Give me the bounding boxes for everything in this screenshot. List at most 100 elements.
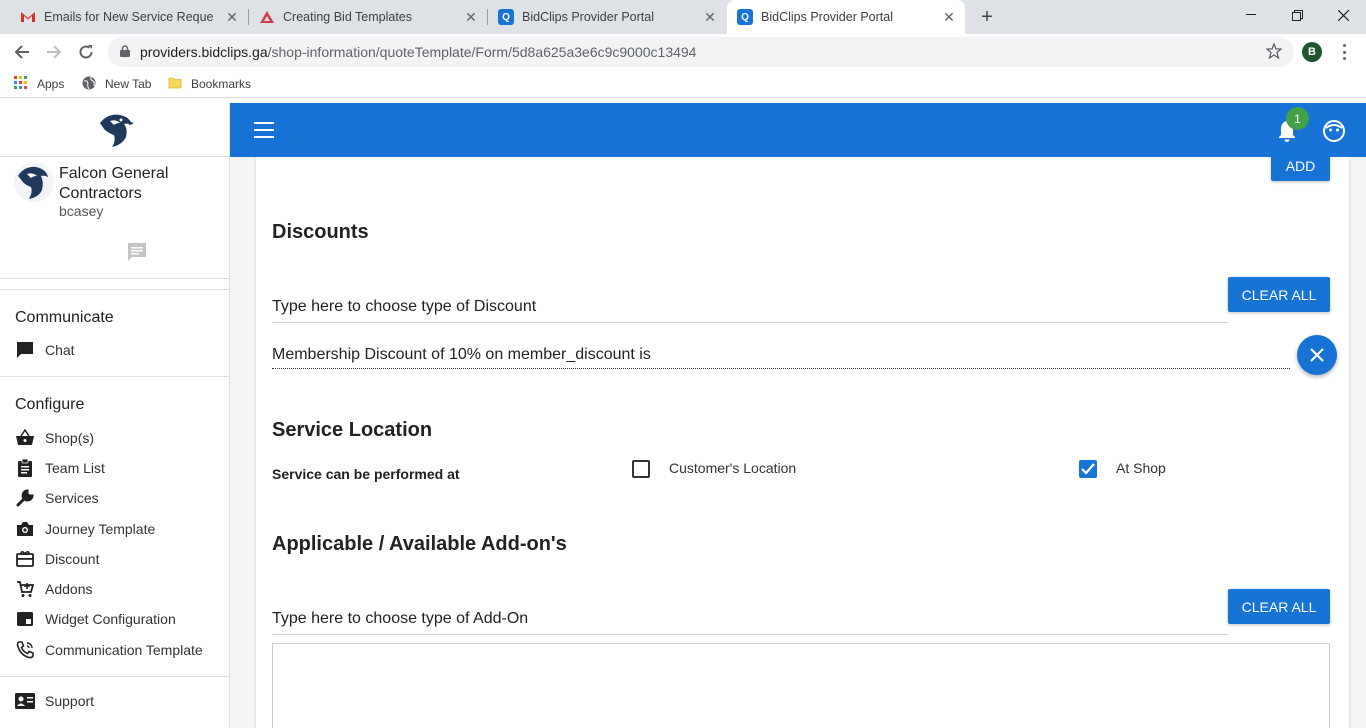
cart-plus-icon	[15, 579, 35, 599]
sidebar: Falcon General Contractors bcasey Commun…	[0, 103, 230, 728]
close-window-button[interactable]	[1320, 0, 1366, 30]
sidebar-item-shops[interactable]: Shop(s)	[15, 427, 94, 449]
tab-title: BidClips Provider Portal	[522, 10, 654, 24]
quote-template-form: ADD Discounts Type here to choose type o…	[256, 157, 1349, 728]
browser-tab[interactable]: Q BidClips Provider Portal ✕	[488, 0, 726, 34]
sidebar-item-addons[interactable]: Addons	[15, 578, 92, 600]
reload-button[interactable]	[74, 40, 98, 64]
globe-icon	[82, 76, 98, 92]
bookmark-new-tab[interactable]: New Tab	[82, 76, 151, 92]
tab-title: Creating Bid Templates	[283, 10, 413, 24]
new-tab-button[interactable]: +	[976, 6, 998, 28]
browser-menu-icon[interactable]	[1336, 42, 1352, 62]
message-icon[interactable]	[126, 241, 148, 263]
bookmark-star-icon[interactable]	[1265, 42, 1283, 62]
customers-location-checkbox[interactable]	[632, 460, 650, 478]
sidebar-item-label: Shop(s)	[45, 430, 95, 446]
divider	[0, 156, 230, 157]
sidebar-item-label: Services	[45, 490, 99, 506]
company-name: Falcon General Contractors	[59, 165, 169, 202]
browser-tab[interactable]: Emails for New Service Requests ✕	[0, 0, 248, 34]
account-icon[interactable]	[1322, 119, 1346, 143]
at-shop-checkbox[interactable]	[1079, 460, 1097, 478]
sidebar-item-label: Communication Template	[45, 642, 203, 658]
close-tab-icon[interactable]: ✕	[941, 9, 957, 25]
remove-discount-button[interactable]	[1297, 335, 1337, 375]
clipboard-icon	[15, 458, 35, 478]
check-icon	[1081, 463, 1095, 475]
bookmark-folder[interactable]: Bookmarks	[168, 76, 251, 92]
divider	[0, 376, 230, 377]
addons-title: Applicable / Available Add-on's	[272, 533, 567, 555]
browser-tab[interactable]: Creating Bid Templates ✕	[249, 0, 487, 34]
bidclips-icon: Q	[737, 9, 753, 25]
bookmark-apps[interactable]: Apps	[14, 76, 64, 92]
browser-tab-active[interactable]: Q BidClips Provider Portal ✕	[727, 0, 965, 34]
forward-button[interactable]	[42, 40, 66, 64]
basket-icon	[15, 428, 35, 448]
discount-type-input[interactable]: Type here to choose type of Discount	[272, 298, 536, 316]
divider	[0, 289, 230, 290]
restore-button[interactable]	[1274, 0, 1320, 30]
bidclips-icon: Q	[498, 9, 514, 25]
lock-icon	[120, 44, 130, 60]
sidebar-item-label: Addons	[45, 581, 93, 597]
addon-type-input[interactable]: Type here to choose type of Add-On	[272, 610, 528, 628]
url-host: providers.bidclips.ga	[140, 44, 268, 60]
sidebar-item-support[interactable]: Support	[15, 690, 94, 712]
sidebar-item-label: Team List	[45, 460, 105, 476]
sidebar-item-widget-configuration[interactable]: Widget Configuration	[15, 608, 176, 630]
address-bar[interactable]: providers.bidclips.ga/shop-information/q…	[108, 37, 1294, 67]
bookmark-label: Apps	[37, 77, 65, 91]
at-shop-label[interactable]: At Shop	[1116, 460, 1166, 476]
apps-grid-icon	[14, 76, 30, 92]
app-header: 1	[230, 103, 1366, 157]
input-underline	[272, 634, 1228, 635]
menu-icon[interactable]	[254, 122, 274, 138]
falcon-logo[interactable]	[94, 111, 136, 151]
sidebar-item-label: Chat	[45, 342, 75, 358]
close-icon	[1310, 348, 1324, 362]
sidebar-item-journey-template[interactable]: Journey Template	[15, 518, 155, 540]
bidclips-help-icon	[259, 9, 275, 25]
sidebar-item-label: Support	[45, 693, 95, 709]
sidebar-item-team-list[interactable]: Team List	[15, 457, 105, 479]
company-avatar	[14, 162, 54, 202]
sidebar-item-label: Discount	[45, 551, 100, 567]
customers-location-label[interactable]: Customer's Location	[669, 460, 796, 476]
sidebar-item-label: Widget Configuration	[45, 611, 176, 627]
discounts-title: Discounts	[272, 221, 369, 243]
gmail-icon	[20, 9, 36, 25]
clear-all-addons-button[interactable]: CLEAR ALL	[1228, 589, 1330, 624]
bookmarks-bar: Apps New Tab Bookmarks	[0, 70, 1366, 98]
section-configure: Configure	[15, 396, 85, 413]
minimize-button[interactable]	[1228, 0, 1274, 30]
username: bcasey	[59, 203, 104, 219]
profile-avatar[interactable]: B	[1302, 42, 1322, 62]
sidebar-item-discount[interactable]: Discount	[15, 548, 99, 570]
selected-discount-underline	[272, 368, 1290, 369]
sidebar-item-communication-template[interactable]: Communication Template	[15, 639, 203, 661]
divider	[0, 278, 230, 279]
selected-discount: Membership Discount of 10% on member_dis…	[272, 346, 651, 363]
bookmark-label: New Tab	[105, 77, 152, 91]
camera-icon	[15, 519, 35, 539]
clear-all-discounts-button[interactable]: CLEAR ALL	[1228, 277, 1330, 312]
addons-list-area[interactable]	[272, 643, 1330, 728]
wrench-icon	[15, 488, 35, 508]
bookmark-label: Bookmarks	[191, 77, 252, 91]
close-tab-icon[interactable]: ✕	[702, 9, 718, 25]
sidebar-item-chat[interactable]: Chat	[15, 339, 75, 361]
folder-icon	[168, 76, 184, 92]
close-tab-icon[interactable]: ✕	[224, 9, 240, 25]
gift-card-icon	[15, 549, 35, 569]
url-path: /shop-information/quoteTemplate/Form/5d8…	[267, 44, 697, 60]
widget-icon	[15, 609, 35, 629]
tab-title: BidClips Provider Portal	[761, 10, 893, 24]
add-button[interactable]: ADD	[1271, 157, 1330, 181]
browser-toolbar: providers.bidclips.ga/shop-information/q…	[0, 34, 1366, 70]
contact-card-icon	[15, 691, 35, 711]
sidebar-item-services[interactable]: Services	[15, 487, 99, 509]
back-button[interactable]	[10, 40, 34, 64]
close-tab-icon[interactable]: ✕	[463, 9, 479, 25]
